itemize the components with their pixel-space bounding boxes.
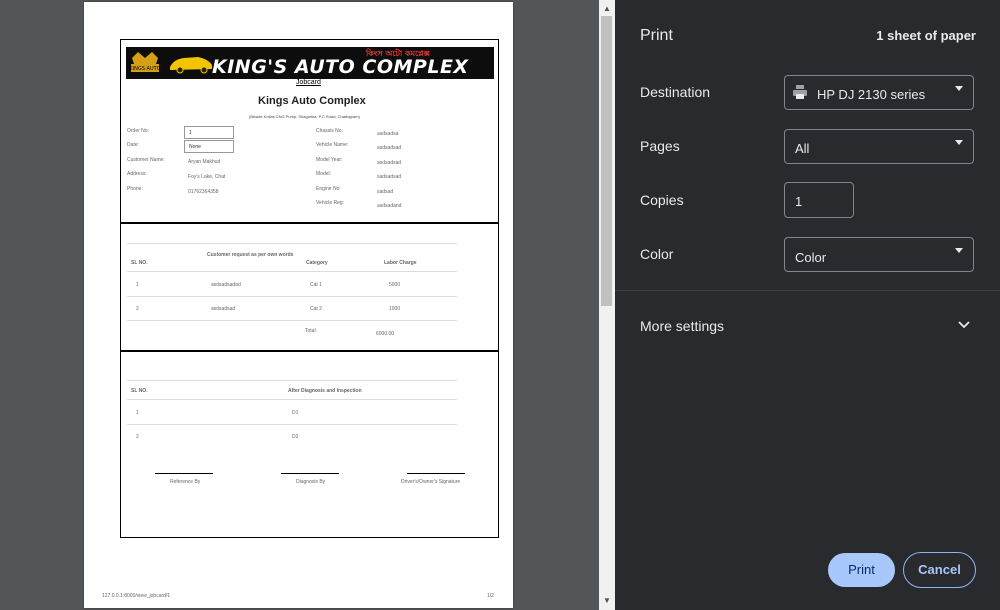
engine-no-label: Engine No:: [316, 186, 341, 192]
table-cell: D2: [292, 434, 299, 440]
preview-scrollbar[interactable]: ▲ ▼: [599, 0, 615, 610]
signature-line: [281, 473, 339, 474]
color-label: Color: [640, 246, 674, 262]
table-rule: [127, 243, 457, 244]
model-year-value: asdsadsad: [377, 160, 402, 166]
customer-name-value: Aryan Makhud: [188, 159, 221, 165]
table-cell: Cat 2: [310, 306, 322, 312]
sheet-count: 1 sheet of paper: [876, 28, 976, 43]
signature-line: [155, 473, 213, 474]
table-header: After Diagnosis and Inspection: [288, 388, 362, 394]
print-preview-area: KINGS AUTO KING'S AUTO COMPLEX কিংস অটো …: [0, 0, 600, 610]
signature-label: Driver's/Owner's Signature: [401, 479, 461, 485]
destination-label: Destination: [640, 84, 711, 100]
table-rule: [127, 296, 457, 297]
total-value: 6000.00: [376, 331, 395, 337]
company-address: (Beside Kollas CNG Pump, Shagorika, P.C …: [249, 114, 360, 119]
footer-page-number: 1/2: [487, 593, 494, 599]
table-header: Labor Charge: [384, 260, 417, 266]
chevron-down-icon: [955, 86, 963, 91]
table-cell: D1: [292, 410, 299, 416]
signature-line: [407, 473, 465, 474]
printer-icon: [793, 85, 807, 99]
print-button[interactable]: Print: [828, 553, 895, 587]
kings-auto-logo-icon: KINGS AUTO: [129, 52, 161, 72]
table-header: SL NO.: [131, 260, 148, 266]
vehicle-reg-label: Vehicle Reg:: [316, 200, 345, 206]
table-rule: [127, 424, 457, 425]
table-header: Category: [306, 260, 328, 266]
phone-label: Phone:: [127, 186, 143, 192]
scroll-up-icon[interactable]: ▲: [599, 2, 615, 16]
vehicle-name-value: asdsadsad: [377, 145, 402, 151]
color-value: Color: [795, 250, 827, 265]
kings-auto-banner: KINGS AUTO KING'S AUTO COMPLEX কিংস অটো …: [126, 47, 494, 79]
phone-value: 01762364358: [188, 189, 219, 195]
table-cell: Cat 1: [310, 282, 322, 288]
chassis-no-value: asdsadsa: [377, 131, 399, 137]
panel-divider: [615, 290, 1000, 291]
table-header: Customer request as per own words: [207, 252, 294, 258]
table-cell: 1: [136, 282, 139, 288]
engine-no-value: sadsad: [377, 189, 394, 195]
date-label: Date:: [127, 142, 139, 148]
vehicle-name-label: Vehicle Name:: [316, 142, 349, 148]
table-rule: [127, 271, 457, 272]
model-label: Model:: [316, 171, 332, 177]
logo-text: KINGS AUTO: [129, 66, 160, 72]
section-divider: [120, 222, 498, 224]
pages-label: Pages: [640, 138, 680, 154]
color-select[interactable]: Color: [784, 237, 974, 272]
copies-label: Copies: [640, 192, 684, 208]
section-divider: [120, 350, 498, 352]
company-name: Kings Auto Complex: [258, 95, 366, 107]
footer-url: 127.0.0.1:8000/view_jobcard/1: [102, 593, 171, 599]
address-label: Address:: [127, 171, 147, 177]
more-settings-label: More settings: [640, 318, 725, 334]
print-title: Print: [640, 27, 673, 44]
chevron-down-icon: [958, 321, 970, 329]
car-icon: [170, 57, 212, 74]
banner-brand-text: KING'S AUTO COMPLEX: [212, 56, 469, 78]
copies-input[interactable]: 1: [784, 182, 854, 218]
destination-select[interactable]: HP DJ 2130 series: [784, 75, 974, 110]
table-rule: [127, 399, 457, 400]
total-label: Total:: [305, 328, 317, 334]
pages-select[interactable]: All: [784, 129, 974, 164]
table-header: SL NO.: [131, 388, 148, 394]
chevron-down-icon: [955, 248, 963, 253]
model-year-label: Model Year:: [316, 157, 343, 163]
customer-name-label: Customer Name:: [127, 157, 165, 163]
table-rule: [127, 320, 457, 321]
table-cell: 2: [136, 434, 139, 440]
signature-label: Reference By: [170, 479, 201, 485]
more-settings-row[interactable]: More settings: [615, 310, 1000, 342]
pages-value: All: [795, 141, 810, 156]
order-no-label: Order No:: [127, 128, 149, 134]
table-rule: [127, 380, 457, 381]
table-cell: 1: [136, 410, 139, 416]
chassis-no-label: Chassis No:: [316, 128, 343, 134]
scrollbar-thumb[interactable]: [601, 16, 612, 306]
table-cell: 5000: [389, 282, 401, 288]
scroll-down-icon[interactable]: ▼: [599, 594, 615, 608]
copies-value: 1: [795, 194, 803, 209]
cancel-button[interactable]: Cancel: [903, 552, 976, 588]
jobcard-label: Jobcard: [296, 79, 321, 86]
table-cell: 1000: [389, 306, 401, 312]
model-value: sadsadsad: [377, 174, 402, 180]
banner-bangla-text: কিংস অটো কমপ্লেক্স: [366, 49, 430, 58]
date-field: None: [184, 140, 234, 153]
print-settings-panel: Print 1 sheet of paper Destination HP DJ…: [615, 0, 1000, 610]
table-cell: 2: [136, 306, 139, 312]
destination-value: HP DJ 2130 series: [817, 87, 926, 102]
chevron-down-icon: [955, 140, 963, 145]
address-value: Foy's Lake, Chat: [188, 174, 226, 180]
order-no-field: 1: [184, 126, 234, 139]
table-cell: asdsadsadad: [211, 282, 241, 288]
vehicle-reg-value: asdsadand: [377, 203, 402, 209]
signature-label: Diagnosis By: [296, 479, 326, 485]
table-cell: asdsadsad: [211, 306, 236, 312]
